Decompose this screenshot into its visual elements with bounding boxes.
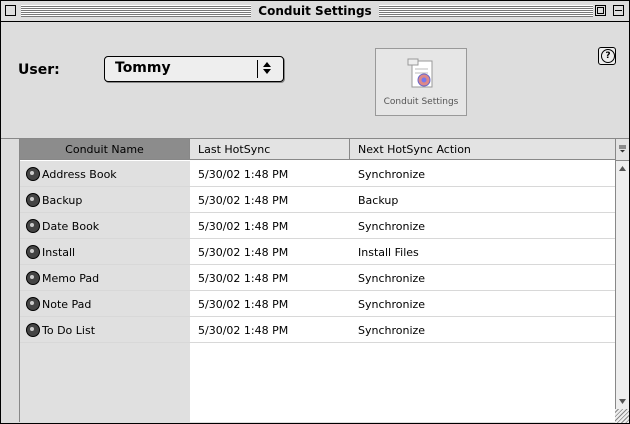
conduit-settings-icon xyxy=(406,57,440,97)
table-row[interactable]: Address Book 5/30/02 1:48 PM Synchronize xyxy=(20,161,618,187)
popup-separator xyxy=(257,60,258,78)
column-header-last-hotsync[interactable]: Last HotSync xyxy=(190,139,350,160)
last-hotsync-cell: 5/30/02 1:48 PM xyxy=(198,220,289,233)
table-row[interactable]: To Do List 5/30/02 1:48 PM Synchronize xyxy=(20,317,618,343)
table-row[interactable]: Memo Pad 5/30/02 1:48 PM Synchronize xyxy=(20,265,618,291)
window-title: Conduit Settings xyxy=(251,4,379,18)
column-picker-icon[interactable] xyxy=(616,139,629,161)
help-icon: ? xyxy=(601,49,615,63)
table-row[interactable]: Backup 5/30/02 1:48 PM Backup xyxy=(20,187,618,213)
next-action-cell: Synchronize xyxy=(358,298,426,311)
user-label: User: xyxy=(18,62,60,78)
help-button[interactable]: ? xyxy=(598,47,616,65)
next-action-cell: Synchronize xyxy=(358,220,426,233)
vertical-scrollbar[interactable] xyxy=(615,139,629,423)
column-header-next-action[interactable]: Next HotSync Action xyxy=(350,139,618,160)
user-popup-value: Tommy xyxy=(115,60,171,76)
table-row[interactable]: Install 5/30/02 1:48 PM Install Files xyxy=(20,239,618,265)
resize-grow-icon[interactable] xyxy=(615,409,629,423)
conduit-table: Conduit Name Last HotSync Next HotSync A… xyxy=(19,139,618,422)
scroll-up-arrow-icon[interactable] xyxy=(616,161,629,175)
conduit-settings-label: Conduit Settings xyxy=(383,97,459,107)
conduit-icon xyxy=(26,219,40,233)
conduit-name: To Do List xyxy=(42,324,96,337)
last-hotsync-cell: 5/30/02 1:48 PM xyxy=(198,246,289,259)
conduit-name: Install xyxy=(42,246,76,259)
next-action-cell: Synchronize xyxy=(358,272,426,285)
conduit-icon xyxy=(26,323,40,337)
window-title-wrap: Conduit Settings xyxy=(1,2,629,20)
next-action-cell: Synchronize xyxy=(358,168,426,181)
column-header-conduit-name[interactable]: Conduit Name xyxy=(20,139,190,160)
conduit-name: Address Book xyxy=(42,168,117,181)
scroll-down-arrow-icon[interactable] xyxy=(616,393,629,407)
last-hotsync-cell: 5/30/02 1:48 PM xyxy=(198,298,289,311)
title-bar[interactable]: Conduit Settings xyxy=(1,1,629,22)
up-down-arrows-icon xyxy=(262,59,272,80)
conduit-name: Note Pad xyxy=(42,298,92,311)
conduit-icon xyxy=(26,167,40,181)
conduit-icon xyxy=(26,297,40,311)
zoom-box-icon[interactable] xyxy=(595,5,606,16)
conduit-icon xyxy=(26,193,40,207)
conduit-name: Backup xyxy=(42,194,83,207)
user-popup-menu[interactable]: Tommy xyxy=(104,56,284,82)
conduit-settings-button[interactable]: Conduit Settings xyxy=(375,48,467,116)
conduit-settings-window: Conduit Settings User: Tommy Conduit Set… xyxy=(0,0,630,424)
conduit-icon xyxy=(26,271,40,285)
close-box-icon[interactable] xyxy=(5,5,16,16)
conduit-name: Memo Pad xyxy=(42,272,100,285)
last-hotsync-cell: 5/30/02 1:48 PM xyxy=(198,194,289,207)
collapse-box-icon[interactable] xyxy=(613,5,624,16)
table-header: Conduit Name Last HotSync Next HotSync A… xyxy=(20,139,618,161)
last-hotsync-cell: 5/30/02 1:48 PM xyxy=(198,168,289,181)
last-hotsync-cell: 5/30/02 1:48 PM xyxy=(198,272,289,285)
conduit-name: Date Book xyxy=(42,220,100,233)
conduit-icon xyxy=(26,245,40,259)
next-action-cell: Synchronize xyxy=(358,324,426,337)
toolbar: User: Tommy Conduit Settings ? xyxy=(2,22,628,137)
last-hotsync-cell: 5/30/02 1:48 PM xyxy=(198,324,289,337)
next-action-cell: Install Files xyxy=(358,246,419,259)
next-action-cell: Backup xyxy=(358,194,399,207)
table-row[interactable]: Date Book 5/30/02 1:48 PM Synchronize xyxy=(20,213,618,239)
table-row[interactable]: Note Pad 5/30/02 1:48 PM Synchronize xyxy=(20,291,618,317)
table-body: Address Book 5/30/02 1:48 PM Synchronize… xyxy=(20,161,618,422)
